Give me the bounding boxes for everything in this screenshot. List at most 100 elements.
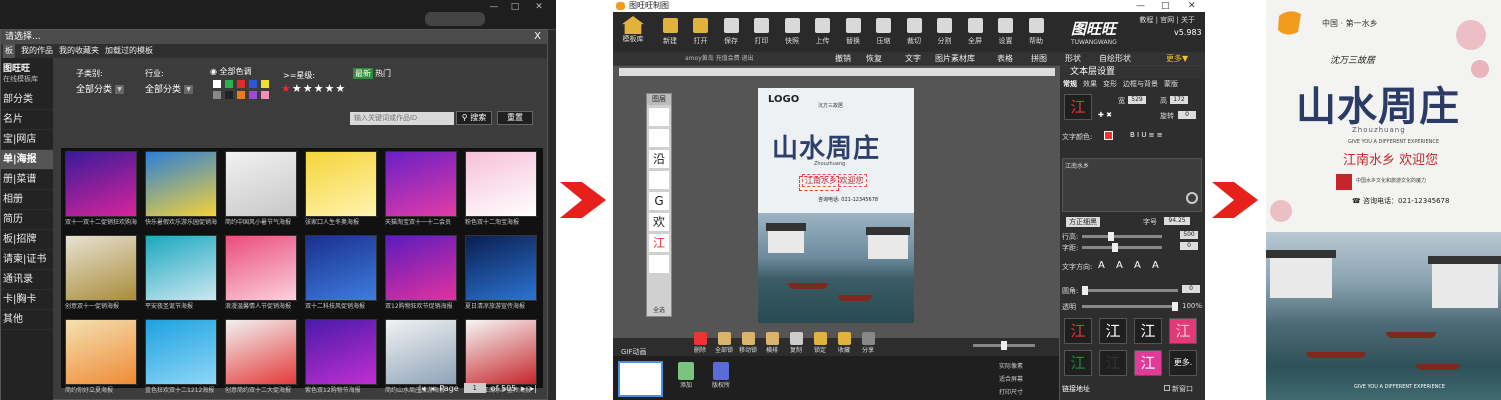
opacity-slider[interactable] [1082, 302, 1178, 311]
color-swatch[interactable] [237, 91, 245, 99]
category-item[interactable]: 通讯录 [1, 270, 53, 290]
template-thumbnail[interactable] [65, 151, 137, 217]
close-button[interactable]: ✕ [532, 2, 546, 12]
toolbar-button[interactable]: 保存 [718, 18, 744, 46]
layer-item[interactable] [649, 129, 669, 147]
color-swatch[interactable] [213, 91, 221, 99]
category-item[interactable]: 其他 [1, 310, 53, 330]
template-thumbnail[interactable] [145, 319, 217, 385]
category-item[interactable]: 板|招牌 [1, 230, 53, 250]
print-size-option[interactable]: 打印尺寸 [999, 386, 1023, 399]
toolbar-button[interactable]: 设置 [993, 18, 1019, 46]
gif-animation-label[interactable]: GIF动画 [621, 347, 647, 357]
all-colors-radio[interactable]: ◉ 全部色调 [210, 66, 252, 77]
template-tile[interactable]: 简约你好立夏海报 [65, 319, 137, 396]
prev-page-icon[interactable]: ◂ [430, 384, 434, 393]
canvas-tool-button[interactable]: 分享 [859, 332, 877, 355]
category-item[interactable]: 简历 [1, 210, 53, 230]
subtool-button[interactable]: 更多▼ [1166, 52, 1188, 65]
color-swatch[interactable] [225, 80, 233, 88]
color-swatch[interactable] [237, 80, 245, 88]
font-size-input[interactable]: 94.25 [1164, 217, 1190, 225]
category-item[interactable]: 请柬|证书 [1, 250, 53, 270]
reset-button[interactable]: 重置 [497, 111, 533, 125]
color-swatch[interactable] [249, 80, 257, 88]
toolbar-button[interactable]: 裁切 [901, 18, 927, 46]
slider-handle[interactable] [1112, 243, 1118, 252]
template-thumbnail[interactable] [225, 319, 297, 385]
template-tile[interactable]: 双十一双十二促销狂欢购海报 [65, 151, 137, 228]
text-effect-preset[interactable]: 江 [1099, 318, 1127, 344]
template-tile[interactable]: 浪漫温馨情人节促销海报 [225, 235, 297, 312]
toolbar-button[interactable]: 全屏 [962, 18, 988, 46]
template-tile[interactable]: 简约中国风小暑节气海报 [225, 151, 297, 228]
template-tile[interactable]: 双12购物狂欢节促销海报 [385, 235, 457, 312]
text-effect-preset[interactable]: 江 [1134, 318, 1162, 344]
subtool-button[interactable]: 自绘形状 [1099, 52, 1131, 65]
align-icons[interactable]: ✚ ✖ [1098, 111, 1112, 119]
poster-logo[interactable]: LOGO [768, 94, 799, 105]
search-input[interactable] [350, 112, 454, 125]
select-all-layers[interactable]: 全选 [647, 305, 671, 314]
last-page-icon[interactable]: ▸| [530, 384, 537, 393]
template-thumbnail[interactable] [385, 151, 457, 217]
tab-mask[interactable]: 蒙版 [1164, 79, 1178, 91]
slider-handle[interactable] [1082, 286, 1088, 295]
tab-effects[interactable]: 效果 [1083, 79, 1097, 91]
color-swatch[interactable] [213, 80, 221, 88]
template-tile[interactable]: 夏日清凉旅游宣传海报 [465, 235, 537, 312]
text-effect-preset[interactable]: 江 [1134, 350, 1162, 376]
tab-transform[interactable]: 变形 [1103, 79, 1117, 91]
page-number-input[interactable]: 1 [463, 383, 486, 393]
subtool-button[interactable]: 图片素材库 [935, 52, 975, 65]
canvas-tool-button[interactable]: 复制 [787, 332, 805, 355]
font-family-select[interactable]: 方正细黑 [1066, 217, 1100, 227]
add-page-button[interactable]: 添加 [671, 362, 701, 390]
subtool-button[interactable]: 表格 [997, 52, 1013, 65]
template-thumbnail[interactable] [305, 319, 377, 385]
next-page-icon[interactable]: ▸ [521, 384, 525, 393]
canvas-tool-button[interactable]: 全部锁 [715, 332, 733, 355]
top-links[interactable]: 教程 | 官网 | 关于 [1139, 15, 1195, 25]
text-effect-preset[interactable]: 江 [1064, 350, 1092, 376]
template-thumbnail[interactable] [385, 319, 457, 385]
category-item[interactable]: 册|菜谱 [1, 170, 53, 190]
category-item[interactable]: 相册 [1, 190, 53, 210]
category-item[interactable]: 单|海报 [1, 150, 53, 170]
template-tile[interactable]: 粉色双十二淘宝海报 [465, 151, 537, 228]
zoom-slider[interactable] [973, 341, 1035, 350]
width-input[interactable]: 529 [1128, 96, 1146, 104]
poster-pinyin[interactable]: Zhouzhuang [814, 161, 845, 167]
layer-item[interactable]: G [649, 192, 669, 210]
template-thumbnail[interactable] [65, 319, 137, 385]
template-tile[interactable]: 平安夜圣诞节海报 [145, 235, 217, 312]
toolbar-button[interactable]: 快照 [779, 18, 805, 46]
tab-border-background[interactable]: 边框与背景 [1123, 79, 1158, 91]
canvas-tool-button[interactable]: 横排 [763, 332, 781, 355]
template-tile[interactable]: 张家口人生冬奥海报 [305, 151, 377, 228]
letter-spacing-slider[interactable] [1082, 243, 1162, 252]
minimize-button[interactable]: — [487, 2, 501, 12]
toolbar-button[interactable]: 打开 [688, 18, 714, 46]
layer-item[interactable] [649, 255, 669, 273]
height-input[interactable]: 172 [1170, 96, 1188, 104]
subtool-button[interactable]: 恢复 [866, 52, 882, 65]
subtool-button[interactable]: 文字 [905, 52, 921, 65]
text-content-input[interactable]: 江南水乡 [1062, 158, 1202, 212]
category-item[interactable]: 部分类 [1, 90, 53, 110]
template-thumbnail[interactable] [385, 235, 457, 301]
minimize-button[interactable]: — [1136, 0, 1145, 12]
category-item[interactable]: 宝|网店 [1, 130, 53, 150]
tab-popular[interactable]: 热门 [375, 68, 391, 79]
toolbar-button[interactable]: 打印 [749, 18, 775, 46]
toolbar-button[interactable]: 压缩 [871, 18, 897, 46]
template-tile[interactable]: 紫色双12购物节海报 [305, 319, 377, 396]
template-tile[interactable]: 双十二科技风促销海报 [305, 235, 377, 312]
subtool-button[interactable]: 形状 [1065, 52, 1081, 65]
layer-item[interactable]: 欢 [649, 213, 669, 231]
page-thumbnail[interactable] [618, 361, 663, 397]
template-thumbnail[interactable] [145, 235, 217, 301]
poster-phone[interactable]: 咨询电话: 021-12345678 [818, 196, 878, 203]
tab-my-works[interactable]: 我的作品 [21, 44, 53, 58]
layer-item[interactable]: 江 [649, 234, 669, 252]
